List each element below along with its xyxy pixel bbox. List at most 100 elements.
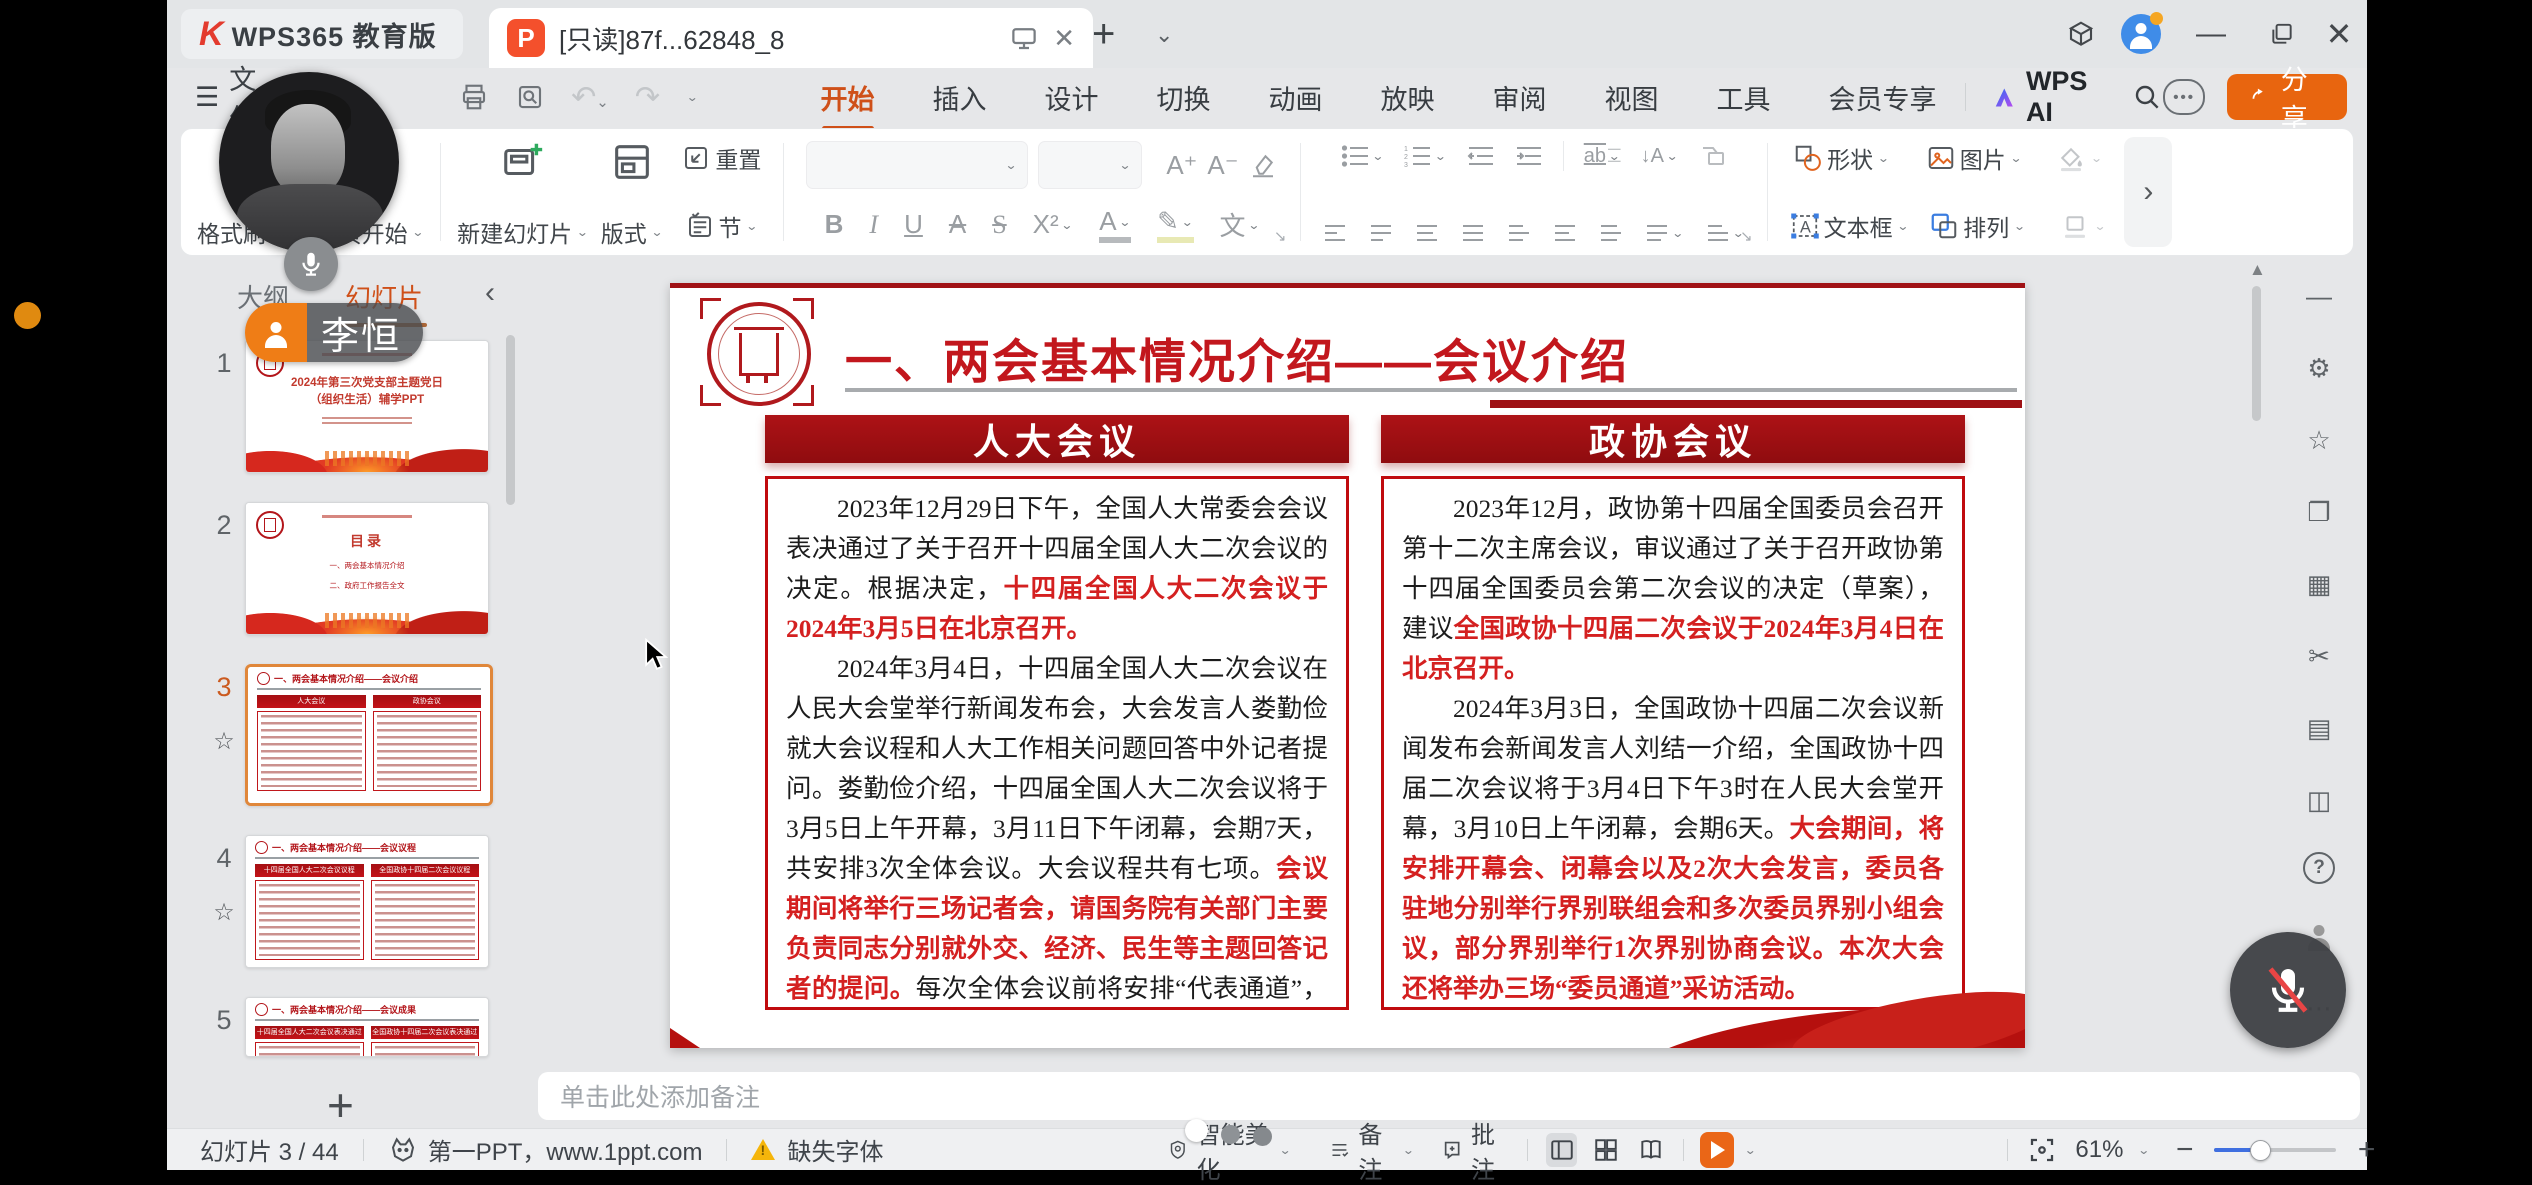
panel-scrollbar[interactable] bbox=[506, 335, 515, 505]
template-source[interactable]: 第一PPT，www.1ppt.com bbox=[428, 1132, 703, 1167]
account-avatar[interactable] bbox=[2119, 12, 2163, 56]
comments-button[interactable]: 批注 bbox=[1441, 1115, 1510, 1185]
quickbar-chevron-icon[interactable]: ⌄ bbox=[686, 90, 699, 104]
highlight-icon[interactable]: ✎⌄ bbox=[1157, 206, 1193, 243]
share-button[interactable]: 分享 bbox=[2227, 74, 2347, 120]
scroll-up-icon[interactable]: ▲ bbox=[2249, 260, 2266, 280]
notes-toggle[interactable]: 备注⌄ bbox=[1329, 1115, 1414, 1185]
slide-sorter-view-button[interactable] bbox=[1591, 1133, 1622, 1167]
notes-input[interactable]: 单击此处添加备注 bbox=[538, 1072, 2360, 1120]
merge-shape-icon[interactable] bbox=[1699, 144, 1727, 168]
copy-icon[interactable]: ❐ bbox=[2299, 492, 2339, 532]
numbered-list-icon[interactable]: 123 ⌄ bbox=[1404, 144, 1447, 168]
slide-thumbnail[interactable]: 一、两会基本情况介绍——会议成果十四届全国人大二次会议表决通过全国政协十四届二次… bbox=[245, 997, 489, 1057]
text-direction-icon[interactable]: ↓A⌄ bbox=[1641, 145, 1679, 168]
group-launcher-icon[interactable]: ↘ bbox=[1274, 227, 1287, 245]
slide-thumbnail[interactable]: 一、两会基本情况介绍——会议介绍人大会议政协会议 bbox=[245, 664, 493, 806]
search-icon[interactable] bbox=[2131, 81, 2163, 113]
font-size-select[interactable]: ⌄ bbox=[1038, 141, 1142, 189]
zoom-chevron-icon[interactable]: ⌄ bbox=[2137, 1142, 2150, 1156]
outline-color-button[interactable]: ⌄ bbox=[2060, 211, 2107, 241]
missing-font-label[interactable]: 缺失字体 bbox=[787, 1132, 883, 1167]
tab-list-chevron-icon[interactable]: ⌄ bbox=[1155, 22, 1173, 48]
align-right-icon[interactable] bbox=[1415, 223, 1439, 243]
slideshow-play-button[interactable] bbox=[1700, 1132, 1734, 1168]
justify-icon[interactable] bbox=[1461, 223, 1485, 243]
menu-item[interactable]: 切换 bbox=[1155, 74, 1213, 121]
menu-item[interactable]: 审阅 bbox=[1491, 74, 1549, 121]
layout-icon[interactable]: ▤ bbox=[2299, 708, 2339, 748]
layout-button[interactable]: 版式⌄ bbox=[595, 137, 670, 251]
settings-icon[interactable]: ⚙ bbox=[2299, 348, 2339, 388]
undo-icon[interactable]: ↶⌄ bbox=[571, 80, 609, 115]
zoom-slider[interactable] bbox=[2214, 1148, 2336, 1152]
bullet-list-icon[interactable]: ⌄ bbox=[1342, 144, 1385, 168]
wps-ai-menu[interactable]: WPS AI bbox=[1991, 66, 2104, 128]
font-style-icon[interactable]: U bbox=[904, 209, 923, 240]
minimize-button[interactable]: — bbox=[2189, 12, 2233, 56]
normal-view-button[interactable] bbox=[1546, 1133, 1577, 1167]
shapes-button[interactable]: 形状⌄ bbox=[1793, 141, 1890, 175]
zoom-in-button[interactable]: + bbox=[2358, 1133, 2376, 1167]
cut-icon[interactable]: ✂ bbox=[2299, 636, 2339, 676]
increase-indent-icon[interactable] bbox=[1515, 144, 1543, 168]
participant-name-badge[interactable]: 李恒 bbox=[245, 303, 423, 362]
fullscreen-focus-icon[interactable] bbox=[2027, 1135, 2057, 1165]
column-text-box[interactable]: 2023年12月，政协第十四届全国委员会召开第十二次主席会议，审议通过了关于召开… bbox=[1381, 476, 1965, 1010]
template-icon[interactable]: ▦ bbox=[2299, 564, 2339, 604]
panel-collapse-icon[interactable]: ‹ bbox=[485, 276, 495, 310]
slide-thumbnail[interactable]: 目录一、两会基本情况介绍二、政府工作报告全文 bbox=[245, 502, 489, 635]
reset-button[interactable]: 重置 bbox=[681, 141, 761, 175]
menu-item[interactable]: 工具 bbox=[1715, 74, 1773, 121]
monitor-icon[interactable] bbox=[1009, 23, 1039, 53]
more-menu-icon[interactable]: ••• bbox=[2163, 79, 2206, 115]
favorites-icon[interactable]: ☆ bbox=[2299, 420, 2339, 460]
new-slide-button[interactable]: 新建幻灯片⌄ bbox=[451, 137, 595, 251]
font-style-icon[interactable]: B bbox=[825, 209, 844, 240]
zoom-level[interactable]: 61% bbox=[2075, 1136, 2123, 1164]
document-tab[interactable]: P [只读]87f...62848_8 ✕ bbox=[489, 8, 1093, 68]
ribbon-expand-button[interactable]: › bbox=[2124, 137, 2172, 247]
slide-canvas[interactable]: 一、两会基本情况介绍——会议介绍 人大会议2023年12月29日下午，全国人大常… bbox=[670, 283, 2025, 1048]
camera-mic-icon[interactable] bbox=[284, 237, 338, 291]
font-name-select[interactable]: ⌄ bbox=[806, 141, 1028, 189]
section-button[interactable]: 节⌄ bbox=[685, 209, 759, 243]
linespace-up-icon[interactable] bbox=[1553, 223, 1577, 243]
decrease-indent-icon[interactable] bbox=[1467, 144, 1495, 168]
menu-item[interactable]: 会员专享 bbox=[1827, 74, 1939, 121]
char-spacing-icon[interactable]: ab⌄ bbox=[1584, 145, 1621, 168]
slide-thumbnail[interactable]: 一、两会基本情况介绍——会议议程十四届全国人大二次会议议程全国政协十四届二次会议… bbox=[245, 835, 489, 968]
microphone-muted-button[interactable] bbox=[2230, 932, 2346, 1048]
app-logo[interactable]: K WPS365 教育版 bbox=[181, 9, 463, 59]
decrease-font-icon[interactable]: A⁻ bbox=[1207, 150, 1238, 181]
menu-item[interactable]: 开始 bbox=[819, 74, 877, 121]
menu-item[interactable]: 视图 bbox=[1603, 74, 1661, 121]
add-slide-button[interactable]: + bbox=[327, 1078, 354, 1132]
window-icon[interactable]: ◫ bbox=[2299, 780, 2339, 820]
print-icon[interactable] bbox=[459, 82, 489, 112]
help-icon[interactable]: ? bbox=[2303, 852, 2335, 884]
group-launcher-icon[interactable]: ↘ bbox=[1740, 227, 1753, 245]
increase-font-icon[interactable]: A⁺ bbox=[1166, 150, 1197, 181]
overlay-drag-dots[interactable] bbox=[1185, 1119, 1272, 1146]
menu-item[interactable]: 设计 bbox=[1043, 74, 1101, 121]
menu-item[interactable]: 插入 bbox=[931, 74, 989, 121]
font-style-icon[interactable]: A bbox=[949, 209, 966, 240]
canvas-scrollbar[interactable] bbox=[2252, 286, 2261, 421]
tab-close-icon[interactable]: ✕ bbox=[1053, 23, 1075, 54]
fill-color-button[interactable]: ⌄ bbox=[2056, 143, 2103, 173]
arrange-button[interactable]: 排列⌄ bbox=[1929, 209, 2026, 243]
font-style-icon[interactable]: S bbox=[992, 210, 1006, 240]
star-icon[interactable]: ☆ bbox=[213, 898, 235, 927]
play-options-chevron-icon[interactable]: ⌄ bbox=[1744, 1142, 1757, 1156]
picture-button[interactable]: 图片⌄ bbox=[1926, 141, 2023, 175]
print-preview-icon[interactable] bbox=[515, 82, 545, 112]
collapse-pane-icon[interactable]: — bbox=[2299, 276, 2339, 316]
zoom-slider-knob[interactable] bbox=[2250, 1140, 2271, 1161]
restore-button[interactable] bbox=[2260, 12, 2304, 56]
align-center-icon[interactable] bbox=[1369, 223, 1393, 243]
menu-item[interactable]: 放映 bbox=[1379, 74, 1437, 121]
column-text-box[interactable]: 2023年12月29日下午，全国人大常委会会议表决通过了关于召开十四届全国人大二… bbox=[765, 476, 1349, 1010]
redo-icon[interactable]: ↷ bbox=[635, 80, 660, 115]
star-icon[interactable]: ☆ bbox=[213, 727, 235, 756]
